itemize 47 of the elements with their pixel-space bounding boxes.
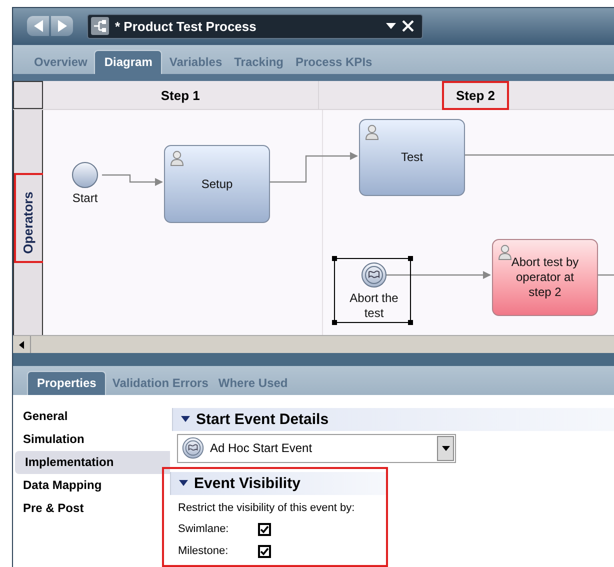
milestone-label[interactable]: Step 1: [146, 80, 214, 110]
milestone-label[interactable]: Step 2: [442, 80, 510, 110]
task-node[interactable]: Setup: [164, 145, 270, 224]
dropdown-caret-icon[interactable]: [386, 23, 396, 30]
lane-label: Operators: [19, 192, 36, 254]
check-icon: [260, 546, 269, 556]
dropdown-arrow-button[interactable]: [437, 436, 454, 461]
person-icon: [498, 244, 512, 260]
right-arrow-icon: [58, 20, 66, 32]
checkbox[interactable]: [258, 523, 271, 536]
visibility-hint: Restrict the visibility of this event by:: [177, 500, 356, 516]
option-label: Milestone:: [178, 544, 230, 559]
task-node[interactable]: Test: [359, 119, 465, 196]
option-label: Swimlane:: [178, 522, 230, 538]
left-arrow-icon: [34, 20, 42, 32]
swimlane-header[interactable]: Operators: [13, 110, 43, 336]
back-button[interactable]: [27, 16, 49, 36]
section-header[interactable]: Event Visibility: [170, 472, 386, 495]
process-icon: [91, 17, 109, 36]
forward-button[interactable]: [51, 16, 73, 36]
nav-item[interactable]: Pre & Post: [13, 496, 170, 520]
event-label: Abort the test: [348, 291, 400, 322]
selection-frame[interactable]: [334, 258, 411, 324]
event-type-dropdown[interactable]: Ad Hoc Start Event: [177, 434, 456, 463]
nav-item[interactable]: Simulation: [13, 428, 170, 451]
nav-item[interactable]: General: [13, 404, 170, 428]
check-icon: [260, 525, 269, 534]
left-arrow-icon: [19, 340, 24, 349]
caret-icon: [442, 446, 450, 451]
connector-arrow: [102, 174, 163, 186]
close-icon[interactable]: [402, 20, 414, 32]
task-node[interactable]: Abort test by operator at step 2: [492, 239, 598, 316]
adhoc-event-icon: [182, 437, 204, 460]
section-header[interactable]: Start Event Details: [172, 408, 614, 431]
event-label: Start: [71, 191, 99, 206]
person-icon: [170, 150, 184, 166]
properties-tab[interactable]: Properties: [27, 370, 106, 395]
editor-tab[interactable]: Diagram: [94, 50, 162, 74]
editor-title-bar[interactable]: * Product Test Process: [87, 14, 423, 39]
checkbox[interactable]: [258, 544, 271, 558]
collapse-caret-icon: [179, 480, 188, 486]
nav-item[interactable]: Data Mapping: [13, 474, 170, 497]
event-wave-icon: [361, 262, 387, 288]
person-icon: [365, 124, 379, 140]
collapse-caret-icon: [181, 416, 190, 422]
horizontal-scrollbar[interactable]: [13, 335, 614, 354]
nav-item[interactable]: Implementation: [15, 450, 170, 474]
